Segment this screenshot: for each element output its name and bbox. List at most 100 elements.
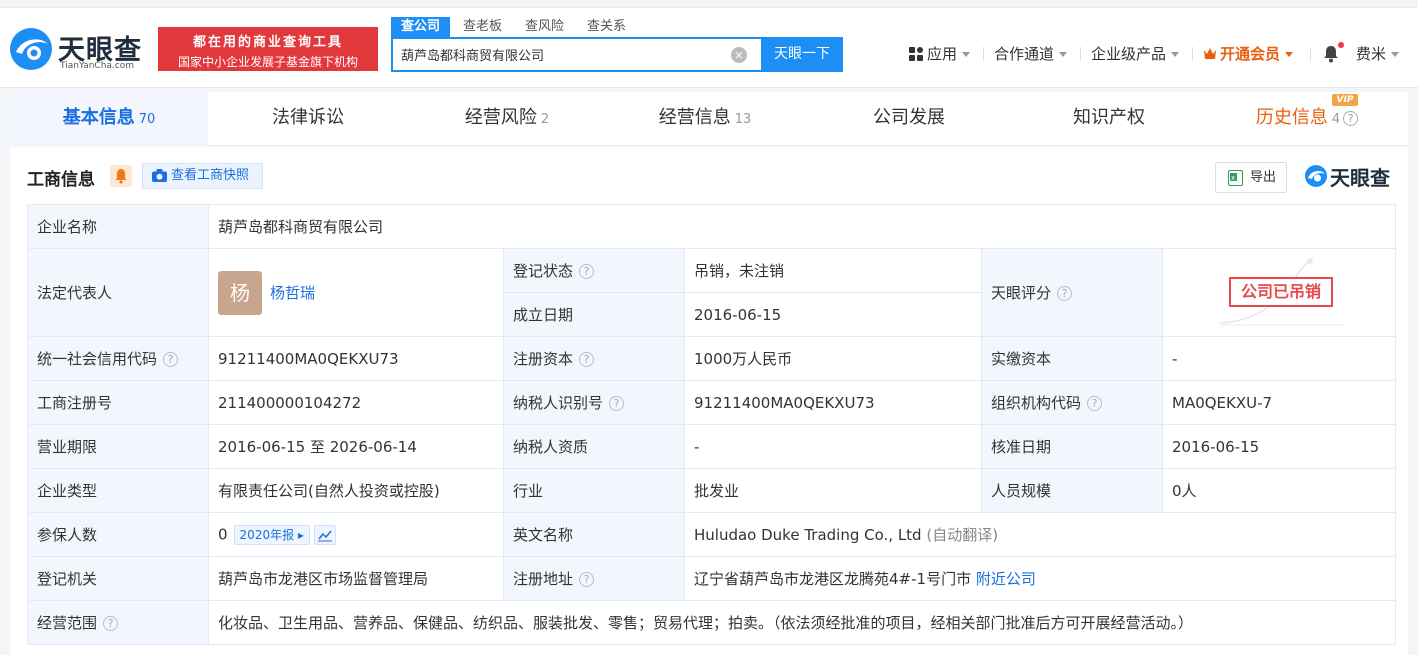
nav-divider xyxy=(1310,47,1311,61)
tab-label: 历史信息 xyxy=(1255,107,1328,128)
tab-count: 2 xyxy=(540,112,550,127)
slogan-line-2: 国家中小企业发展子基金旗下机构 xyxy=(177,55,358,69)
nav-vip[interactable]: 开通会员 xyxy=(1203,42,1294,66)
reg-capital-label-cell: 注册资本? xyxy=(503,336,685,381)
notification-bell-icon[interactable] xyxy=(1322,45,1340,63)
address-label-cell: 注册地址? xyxy=(503,556,685,601)
credit-code-label-cell: 统一社会信用代码? xyxy=(27,336,209,381)
help-icon[interactable]: ? xyxy=(1343,110,1359,126)
staff-size: 0人 xyxy=(1162,468,1396,513)
export-button[interactable]: x 导出 xyxy=(1215,162,1287,193)
nav-apps[interactable]: 应用 xyxy=(909,42,971,66)
help-icon[interactable]: ? xyxy=(1057,286,1073,301)
help-icon[interactable]: ? xyxy=(579,572,595,587)
table-row: 工商注册号 211400000104272 纳税人识别号? 91211400MA… xyxy=(27,380,1396,425)
clear-icon[interactable]: × xyxy=(731,47,747,63)
nav-enterprise[interactable]: 企业级产品 xyxy=(1091,42,1180,66)
detail-tabs: 基本信息 70 法律诉讼 经营风险 2 经营信息 13 公司发展 知识产权 历史信息 4… xyxy=(10,92,1408,146)
tab-development[interactable]: 公司发展 xyxy=(810,92,1008,146)
nearby-companies-link[interactable]: 附近公司 xyxy=(976,570,1036,588)
trend-chart-button[interactable] xyxy=(313,524,336,545)
trend-chart-icon xyxy=(317,530,332,541)
founded-label: 成立日期 xyxy=(503,292,685,337)
tianyancha-logo-icon xyxy=(1305,165,1327,187)
tab-legal[interactable]: 法律诉讼 xyxy=(209,92,407,146)
org-code-label: 组织机构代码 xyxy=(991,394,1082,412)
top-header: 天眼查 TianYanCha.com 都在用的商业查询工具 国家中小企业发展子基… xyxy=(0,0,1418,88)
svg-text:x: x xyxy=(1231,174,1235,182)
nav-enterprise-label: 企业级产品 xyxy=(1091,45,1167,63)
nav-apps-label: 应用 xyxy=(927,45,958,63)
slogan-line-1: 都在用的商业查询工具 xyxy=(192,35,343,50)
annual-report-year: 2020年报 xyxy=(239,527,295,542)
annual-report-year-selector[interactable]: 2020年报 ▸ xyxy=(233,524,310,545)
nav-divider xyxy=(1192,47,1193,61)
help-icon[interactable]: ? xyxy=(1087,396,1103,411)
term-label: 营业期限 xyxy=(27,424,209,469)
business-snapshot-button[interactable]: 查看工商快照 xyxy=(142,163,263,189)
help-icon[interactable]: ? xyxy=(579,352,595,367)
founded-date: 2016-06-15 xyxy=(684,292,982,337)
table-row: 企业名称 葫芦岛都科商贸有限公司 xyxy=(27,204,1396,249)
reg-no: 211400000104272 xyxy=(208,380,504,425)
tab-risk[interactable]: 经营风险 2 xyxy=(408,92,606,146)
reg-status-label: 登记状态 xyxy=(513,262,574,280)
insured-cell: 0 2020年报 ▸ xyxy=(208,512,504,557)
reg-status: 吊销，未注销 xyxy=(684,248,982,293)
nav-vip-label: 开通会员 xyxy=(1220,45,1281,63)
approved-date: 2016-06-15 xyxy=(1162,424,1396,469)
tab-history[interactable]: 历史信息 4? xyxy=(1208,92,1406,146)
address-label: 注册地址 xyxy=(513,570,574,588)
chevron-down-icon xyxy=(962,52,971,57)
tax-qual: - xyxy=(684,424,982,469)
search-button[interactable]: 天眼一下 xyxy=(761,37,843,72)
taxpayer-id: 91211400MA0QEKXU73 xyxy=(684,380,982,425)
approved-label: 核准日期 xyxy=(981,424,1163,469)
legal-rep-link[interactable]: 杨哲瑞 xyxy=(270,284,315,302)
search-tab-risk[interactable]: 查风险 xyxy=(515,17,574,37)
paid-capital-label: 实缴资本 xyxy=(981,336,1163,381)
credit-code-label: 统一社会信用代码 xyxy=(37,350,158,368)
search-tab-boss[interactable]: 查老板 xyxy=(453,17,512,37)
business-info-table: 企业名称 葫芦岛都科商贸有限公司 法定代表人 杨杨哲瑞 登记状态? 吊销，未注销… xyxy=(27,204,1396,645)
help-icon[interactable]: ? xyxy=(163,352,179,367)
search-tab-company[interactable]: 查公司 xyxy=(391,17,451,37)
help-icon[interactable]: ? xyxy=(103,616,119,631)
taxpayer-id-label: 纳税人识别号 xyxy=(513,394,604,412)
legal-rep-avatar[interactable]: 杨 xyxy=(218,270,262,315)
type-label: 企业类型 xyxy=(27,468,209,513)
industry: 批发业 xyxy=(684,468,982,513)
table-row: 统一社会信用代码? 91211400MA0QEKXU73 注册资本? 1000万… xyxy=(27,336,1396,381)
en-name-cell: Huludao Duke Trading Co., Ltd (自动翻译) xyxy=(684,512,1396,557)
nav-divider xyxy=(983,47,984,61)
tab-label: 基本信息 xyxy=(62,107,135,128)
tab-basic-info[interactable]: 基本信息 70 xyxy=(10,92,208,146)
tab-count: 13 xyxy=(734,112,752,127)
help-icon[interactable]: ? xyxy=(609,396,625,411)
tab-operation[interactable]: 经营信息 13 xyxy=(606,92,804,146)
top-strip xyxy=(0,0,1418,8)
subscribe-bell-button[interactable] xyxy=(110,165,132,187)
authority-label: 登记机关 xyxy=(27,556,209,601)
taxpayer-id-label-cell: 纳税人识别号? xyxy=(503,380,685,425)
search-input[interactable] xyxy=(393,39,761,70)
chevron-down-icon xyxy=(1285,52,1294,57)
tianyancha-logo-icon xyxy=(10,28,52,70)
export-button-label: 导出 xyxy=(1250,170,1277,185)
slogan-banner[interactable]: 都在用的商业查询工具 国家中小企业发展子基金旗下机构 xyxy=(158,27,378,71)
insured-count: 0 xyxy=(218,525,228,543)
tab-ip[interactable]: 知识产权 xyxy=(1010,92,1208,146)
reg-authority: 葫芦岛市龙港区市场监督管理局 xyxy=(208,556,504,601)
nav-channel[interactable]: 合作通道 xyxy=(994,42,1068,66)
site-logo[interactable]: 天眼查 TianYanCha.com xyxy=(8,26,148,72)
credit-code: 91211400MA0QEKXU73 xyxy=(208,336,504,381)
business-info-section: 工商信息 查看工商快照 x 导出 天眼查 企业名称 葫芦岛都科商贸有限公司 法定… xyxy=(10,147,1408,655)
nav-user[interactable]: 费米 xyxy=(1356,42,1400,66)
scope-label: 经营范围 xyxy=(37,614,98,632)
help-icon[interactable]: ? xyxy=(579,264,595,279)
brand-watermark: 天眼查 xyxy=(1304,161,1398,191)
org-code-label-cell: 组织机构代码? xyxy=(981,380,1163,425)
search-tab-relation[interactable]: 查关系 xyxy=(577,17,636,37)
excel-icon: x xyxy=(1228,170,1243,186)
score-label: 天眼评分 xyxy=(991,284,1052,302)
